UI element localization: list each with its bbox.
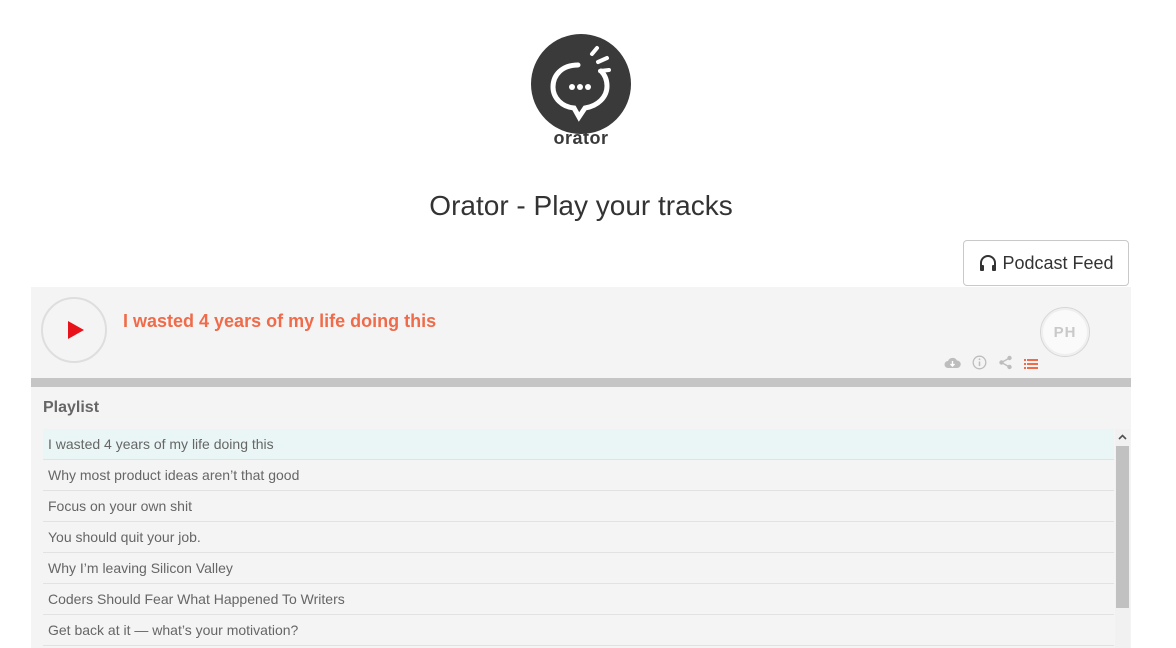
podcast-avatar: PH [1040, 307, 1090, 357]
playlist-list: I wasted 4 years of my life doing this W… [43, 429, 1114, 646]
logo-circle [531, 34, 631, 134]
page-title: Orator - Play your tracks [429, 190, 733, 221]
share-icon[interactable] [998, 355, 1013, 375]
info-icon[interactable] [972, 355, 987, 375]
speech-bubble-icon [550, 46, 611, 122]
playlist-item[interactable]: You should quit your job. [43, 522, 1114, 553]
headphones-icon [980, 255, 997, 271]
current-track-title: I wasted 4 years of my life doing this [123, 311, 437, 331]
download-icon[interactable] [944, 356, 961, 375]
playlist-scrollbar[interactable] [1115, 429, 1130, 648]
scrollbar-thumb[interactable] [1116, 446, 1129, 608]
podcast-feed-label: Podcast Feed [1002, 252, 1114, 273]
playlist-item[interactable]: Coders Should Fear What Happened To Writ… [43, 584, 1114, 615]
playlist-heading: Playlist [43, 399, 100, 416]
playlist-item[interactable]: Why most product ideas aren’t that good [43, 460, 1114, 491]
play-icon [68, 321, 84, 339]
playlist-toggle-icon[interactable] [1024, 357, 1038, 375]
playlist-item[interactable]: Why I’m leaving Silicon Valley [43, 553, 1114, 584]
podcast-feed-button[interactable]: Podcast Feed [963, 240, 1129, 286]
playlist-item[interactable]: Focus on your own shit [43, 491, 1114, 522]
playlist-panel: Playlist I wasted 4 years of my life doi… [31, 387, 1131, 648]
audio-player: I wasted 4 years of my life doing this P… [31, 287, 1131, 378]
scroll-up-arrow-icon[interactable] [1115, 429, 1130, 446]
play-button[interactable] [41, 297, 107, 363]
progress-bar[interactable] [31, 378, 1131, 387]
logo-wordmark: orator [553, 128, 609, 148]
playlist-item[interactable]: Get back at it — what’s your motivation? [43, 615, 1114, 646]
playlist-item[interactable]: I wasted 4 years of my life doing this [43, 429, 1114, 460]
avatar-text: PH [1053, 323, 1077, 341]
orator-logo: orator [531, 34, 631, 148]
